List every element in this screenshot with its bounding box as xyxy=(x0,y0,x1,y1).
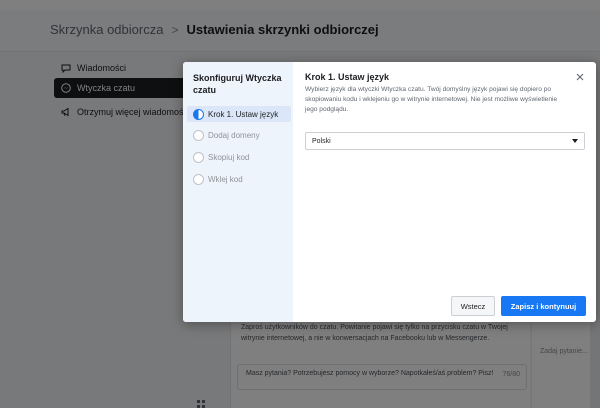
step-circle-icon xyxy=(193,151,204,163)
step-label: Krok 1. Ustaw język xyxy=(208,109,279,119)
save-and-continue-button[interactable]: Zapisz i kontynuuj xyxy=(501,296,586,316)
step-heading: Krok 1. Ustaw język xyxy=(305,72,390,82)
step-copy-code: Skopiuj kod xyxy=(193,150,249,164)
steps-panel: Skonfiguruj Wtyczka czatu Krok 1. Ustaw … xyxy=(183,62,293,322)
language-selected-value: Polski xyxy=(312,137,331,145)
step-add-domains: Dodaj domeny xyxy=(193,128,260,142)
chat-plugin-setup-dialog: Skonfiguruj Wtyczka czatu Krok 1. Ustaw … xyxy=(183,62,596,322)
close-button[interactable] xyxy=(573,70,587,84)
step-content: Krok 1. Ustaw język Wybierz język dla wt… xyxy=(293,62,596,322)
step-label: Wklej kod xyxy=(208,174,243,184)
step-paste-code: Wklej kod xyxy=(193,172,243,186)
step-set-language[interactable]: Krok 1. Ustaw język xyxy=(187,106,291,122)
close-icon xyxy=(576,73,584,81)
step-circle-icon xyxy=(193,129,204,141)
step-description: Wybierz język dla wtyczki Wtyczka czatu.… xyxy=(305,86,558,113)
step-label: Skopiuj kod xyxy=(208,152,250,162)
back-button[interactable]: Wstecz xyxy=(451,296,495,316)
steps-title: Skonfiguruj Wtyczka czatu xyxy=(193,73,282,95)
step-progress-icon xyxy=(193,108,204,120)
caret-down-icon xyxy=(572,139,578,143)
language-select[interactable]: Polski xyxy=(305,132,585,150)
step-circle-icon xyxy=(193,173,204,185)
step-label: Dodaj domeny xyxy=(208,130,260,140)
